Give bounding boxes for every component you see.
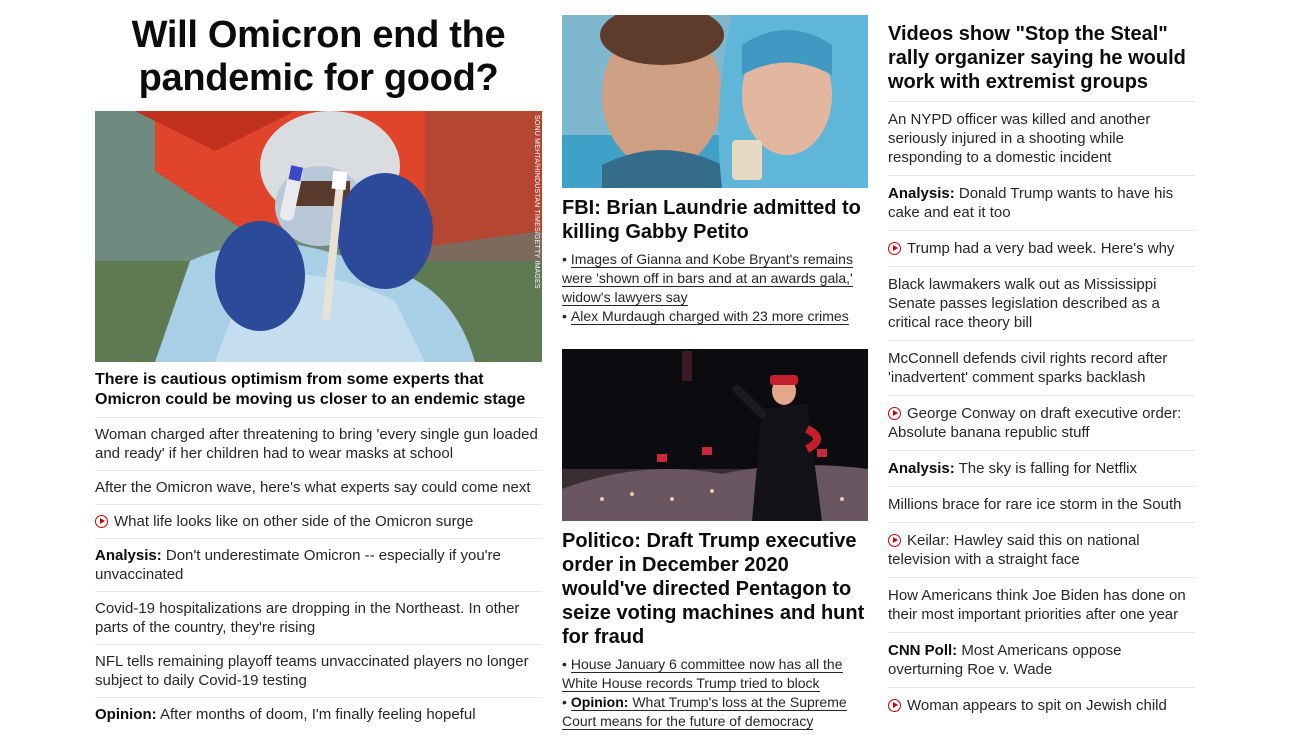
stop-the-steal-headline[interactable]: Videos show "Stop the Steal" rally organ… (888, 22, 1195, 102)
photo-credit: SONU MEHTA/HINDUSTAN TIMES/GETTY IMAGES (533, 115, 540, 289)
headline-kicker: Opinion: (95, 706, 157, 723)
video-play-icon (888, 242, 901, 255)
related-text: Alex Murdaugh charged with 23 more crime… (570, 308, 849, 324)
headline-text: NFL tells remaining playoff teams unvacc… (95, 653, 529, 689)
headline-text: George Conway on draft executive order: … (888, 405, 1182, 441)
related-kicker: Opinion: (570, 694, 629, 710)
headline-item[interactable]: An NYPD officer was killed and another s… (888, 102, 1195, 176)
laundrie-headline[interactable]: FBI: Brian Laundrie admitted to killing … (562, 196, 868, 244)
bullet-icon: • (562, 694, 567, 710)
video-play-icon (95, 515, 108, 528)
related-link-text: Images of Gianna and Kobe Bryant's remai… (562, 251, 853, 306)
headline-item[interactable]: Covid-19 hospitalizations are dropping i… (95, 592, 542, 645)
headline-item[interactable]: After the Omicron wave, here's what expe… (95, 471, 542, 505)
headline-item[interactable]: Analysis: Don't underestimate Omicron --… (95, 539, 542, 592)
related-link-text: House January 6 committee now has all th… (562, 656, 843, 692)
headline-item[interactable]: Woman charged after threatening to bring… (95, 418, 542, 471)
headline-item[interactable]: George Conway on draft executive order: … (888, 396, 1195, 451)
headline-item[interactable]: How Americans think Joe Biden has done o… (888, 578, 1195, 633)
omicron-test-photo[interactable]: SONU MEHTA/HINDUSTAN TIMES/GETTY IMAGES (95, 111, 542, 362)
headline-text: Keilar: Hawley said this on national tel… (888, 532, 1140, 568)
bullet-icon: • (562, 251, 567, 267)
headline-item[interactable]: Millions brace for rare ice storm in the… (888, 487, 1195, 523)
headline-item[interactable]: Trump had a very bad week. Here's why (888, 231, 1195, 267)
column-more-news: Videos show "Stop the Steal" rally organ… (888, 0, 1195, 723)
headline-text: Trump had a very bad week. Here's why (907, 240, 1175, 257)
laundrie-related-list: • Images of Gianna and Kobe Bryant's rema… (562, 250, 868, 326)
related-link[interactable]: • Opinion: What Trump's loss at the Supre… (562, 693, 868, 731)
rally-crowd-image (562, 349, 868, 521)
laundrie-petito-photo[interactable] (562, 15, 868, 188)
headline-text: How Americans think Joe Biden has done o… (888, 587, 1186, 623)
headline-text: An NYPD officer was killed and another s… (888, 111, 1151, 166)
column-top-stories: FBI: Brian Laundrie admitted to killing … (562, 0, 868, 731)
related-link-text: Opinion: What Trump's loss at the Suprem… (562, 694, 847, 730)
related-text: Images of Gianna and Kobe Bryant's remai… (562, 251, 853, 305)
health-worker-image (95, 111, 542, 362)
trump-executive-order-headline[interactable]: Politico: Draft Trump executive order in… (562, 529, 868, 649)
headline-item[interactable]: Opinion: After months of doom, I'm final… (95, 698, 542, 731)
video-play-icon (888, 534, 901, 547)
headline-text: Black lawmakers walk out as Mississippi … (888, 276, 1160, 331)
headline-text: The sky is falling for Netflix (958, 460, 1137, 477)
headline-item[interactable]: What life looks like on other side of th… (95, 505, 542, 539)
related-link[interactable]: • House January 6 committee now has all t… (562, 655, 868, 693)
couple-selfie-image (562, 15, 868, 188)
headline-text: Woman appears to spit on Jewish child (907, 697, 1167, 714)
headline-kicker: Analysis: (95, 547, 162, 564)
headline-text: Woman charged after threatening to bring… (95, 426, 538, 462)
related-link[interactable]: • Alex Murdaugh charged with 23 more crim… (562, 307, 868, 326)
headline-item[interactable]: Analysis: Donald Trump wants to have his… (888, 176, 1195, 231)
video-play-icon (888, 407, 901, 420)
bullet-icon: • (562, 656, 567, 672)
headline-item[interactable]: CNN Poll: Most Americans oppose overturn… (888, 633, 1195, 688)
related-link[interactable]: • Images of Gianna and Kobe Bryant's rema… (562, 250, 868, 307)
headline-item[interactable]: McConnell defends civil rights record af… (888, 341, 1195, 396)
headline-item[interactable]: Analysis: The sky is falling for Netflix (888, 451, 1195, 487)
headline-kicker: Analysis: (888, 185, 955, 202)
headline-item[interactable]: Black lawmakers walk out as Mississippi … (888, 267, 1195, 341)
related-text: House January 6 committee now has all th… (562, 656, 843, 691)
more-news-headline-list: An NYPD officer was killed and another s… (888, 102, 1195, 723)
headline-text: After months of doom, I'm finally feelin… (160, 706, 476, 723)
headline-text: What life looks like on other side of th… (114, 513, 474, 530)
headline-text: Covid-19 hospitalizations are dropping i… (95, 600, 520, 636)
headline-item[interactable]: Woman appears to spit on Jewish child (888, 688, 1195, 723)
column-omicron: Will Omicron end the pandemic for good? … (95, 0, 542, 731)
headline-kicker: CNN Poll: (888, 642, 958, 659)
video-play-icon (888, 699, 901, 712)
headline-item[interactable]: NFL tells remaining playoff teams unvacc… (95, 645, 542, 698)
hero-headline[interactable]: Will Omicron end the pandemic for good? (95, 14, 542, 100)
headline-text: Millions brace for rare ice storm in the… (888, 496, 1182, 513)
omicron-headline-list: Woman charged after threatening to bring… (95, 418, 542, 731)
headline-kicker: Analysis: (888, 460, 955, 477)
headline-text: After the Omicron wave, here's what expe… (95, 479, 531, 496)
related-link-text: Alex Murdaugh charged with 23 more crime… (570, 308, 849, 325)
headline-item[interactable]: Keilar: Hawley said this on national tel… (888, 523, 1195, 578)
headline-text: McConnell defends civil rights record af… (888, 350, 1168, 386)
trump-related-list: • House January 6 committee now has all t… (562, 655, 868, 731)
lead-omicron-link[interactable]: There is cautious optimism from some exp… (95, 362, 542, 418)
bullet-icon: • (562, 308, 567, 324)
trump-rally-photo[interactable] (562, 349, 868, 521)
